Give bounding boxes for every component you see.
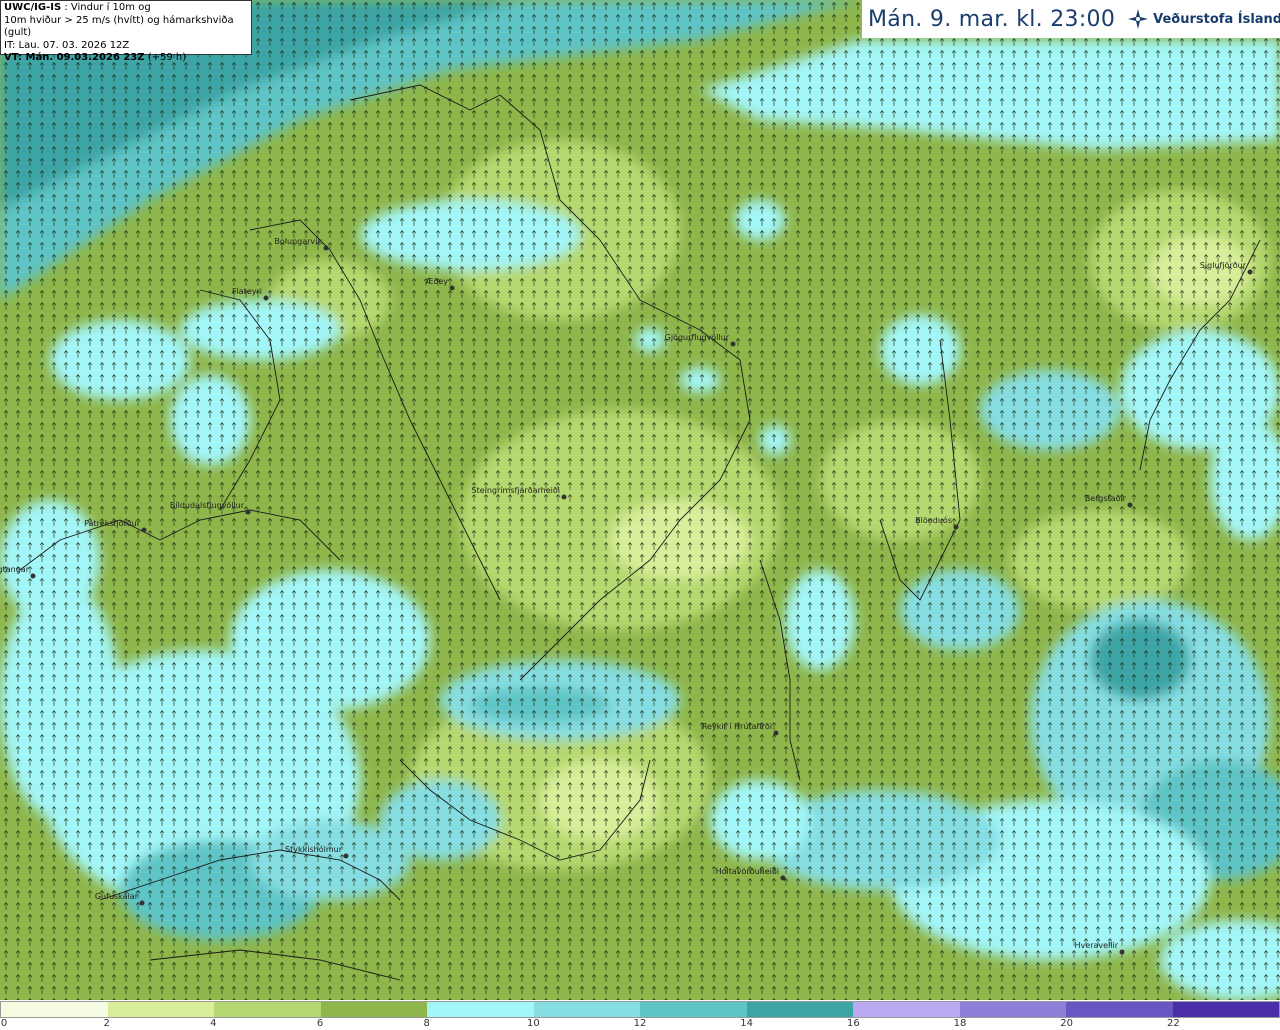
place-dot xyxy=(1127,502,1133,508)
legend-segment xyxy=(427,1002,534,1017)
legend-tick-label: 18 xyxy=(953,1018,967,1029)
initial-time: IT: Lau. 07. 03. 2026 12Z xyxy=(4,39,130,51)
vedurstofa-logo[interactable]: Veðurstofa Íslands xyxy=(1127,8,1280,30)
place-dot xyxy=(780,875,786,881)
place-label: Reykir í Hrútafirði xyxy=(702,722,772,731)
place-dot xyxy=(773,730,779,736)
place-dot xyxy=(953,524,959,530)
legend-segment xyxy=(640,1002,747,1017)
place-dot xyxy=(139,900,145,906)
legend-segment xyxy=(107,1002,214,1017)
place-dot xyxy=(1247,269,1253,275)
wind-speed-legend: 0 2 4 6 8 10 12 14 16 18 20 22 xyxy=(0,1000,1280,1030)
legend-tick-label: 8 xyxy=(423,1018,430,1029)
place-label: Blönduós xyxy=(915,515,952,525)
snowflake-star-icon xyxy=(1128,9,1149,29)
place-dot xyxy=(323,245,329,251)
place-label: Bergstaðir xyxy=(1085,494,1127,503)
place-dot xyxy=(263,295,269,301)
place-label: Holtavörðuheiði xyxy=(716,867,779,876)
place-label: Bíldudalsflugvöllur xyxy=(170,501,245,510)
valid-date-title: Mán. 9. mar. kl. 23:00 xyxy=(868,6,1116,32)
place-label: Gjögurflugvöllur xyxy=(665,333,730,342)
place-dot xyxy=(30,573,36,579)
legend-segment xyxy=(853,1002,960,1017)
place-label: Hveravellir xyxy=(1075,941,1119,950)
lead-time: (+59 h) xyxy=(144,52,187,63)
legend-segment xyxy=(746,1002,853,1017)
place-label: Siglufjörður xyxy=(1200,261,1247,270)
legend-tick-label: 10 xyxy=(526,1018,540,1029)
place-dot xyxy=(245,509,251,515)
place-label: Stykkishólmur xyxy=(285,844,343,854)
place-label: Bolungarvík xyxy=(274,237,322,246)
model-description: : Vindur í 10m og xyxy=(61,2,151,13)
place-dot xyxy=(343,853,349,859)
legend-tick-label: 6 xyxy=(316,1018,324,1029)
model-name: UWC/IG-IS xyxy=(4,2,62,13)
legend-segment xyxy=(1066,1002,1173,1017)
place-dot xyxy=(561,494,567,500)
legend-tick-label: 12 xyxy=(633,1018,647,1029)
legend-tick-label: 22 xyxy=(1166,1018,1180,1029)
valid-time: VT: Mán. 09.03.2026 23Z xyxy=(4,52,145,63)
legend-segment xyxy=(320,1002,427,1017)
legend-tick-label: 2 xyxy=(103,1018,110,1029)
legend-segment xyxy=(533,1002,640,1017)
legend-segment xyxy=(1,1002,108,1017)
legend-segment xyxy=(959,1002,1066,1017)
title-box: Mán. 9. mar. kl. 23:00 Veðurstofa Ísland… xyxy=(862,0,1280,38)
place-label: Steingrímsfjarðarheiði xyxy=(472,486,561,495)
place-label: Patreksfjörður xyxy=(84,519,141,528)
place-dot xyxy=(1119,949,1125,955)
legend-tick-label: 14 xyxy=(740,1018,754,1029)
logo-text: Veðurstofa Íslands xyxy=(1153,11,1280,27)
place-label: Æðey xyxy=(426,277,449,286)
place-label: Flateyri xyxy=(232,287,262,296)
place-label: Gufuskálar xyxy=(95,892,139,901)
legend-segment xyxy=(1172,1002,1279,1017)
place-label: Bjargtangar xyxy=(0,565,30,574)
legend-color-bar xyxy=(0,1001,1280,1018)
legend-segment xyxy=(214,1002,321,1017)
legend-tick-label: 4 xyxy=(210,1018,217,1029)
wind-map[interactable]: Bolungarvík Flateyri Æðey Gjögurflugvöllur S… xyxy=(0,0,1280,1000)
legend-ticks: 0 2 4 6 8 10 12 14 16 18 20 22 xyxy=(0,1018,1280,1030)
place-dot xyxy=(141,527,147,533)
legend-tick-label: 20 xyxy=(1060,1018,1074,1029)
legend-tick-label: 0 xyxy=(0,1018,8,1029)
legend-tick-label: 16 xyxy=(846,1018,860,1029)
place-dot xyxy=(449,285,455,291)
gust-description: 10m hviður > 25 m/s (hvítt) og hámarkshv… xyxy=(4,14,234,39)
place-dot xyxy=(730,341,736,347)
forecast-info-box: UWC/IG-IS : Vindur í 10m og 10m hviður >… xyxy=(0,0,252,63)
